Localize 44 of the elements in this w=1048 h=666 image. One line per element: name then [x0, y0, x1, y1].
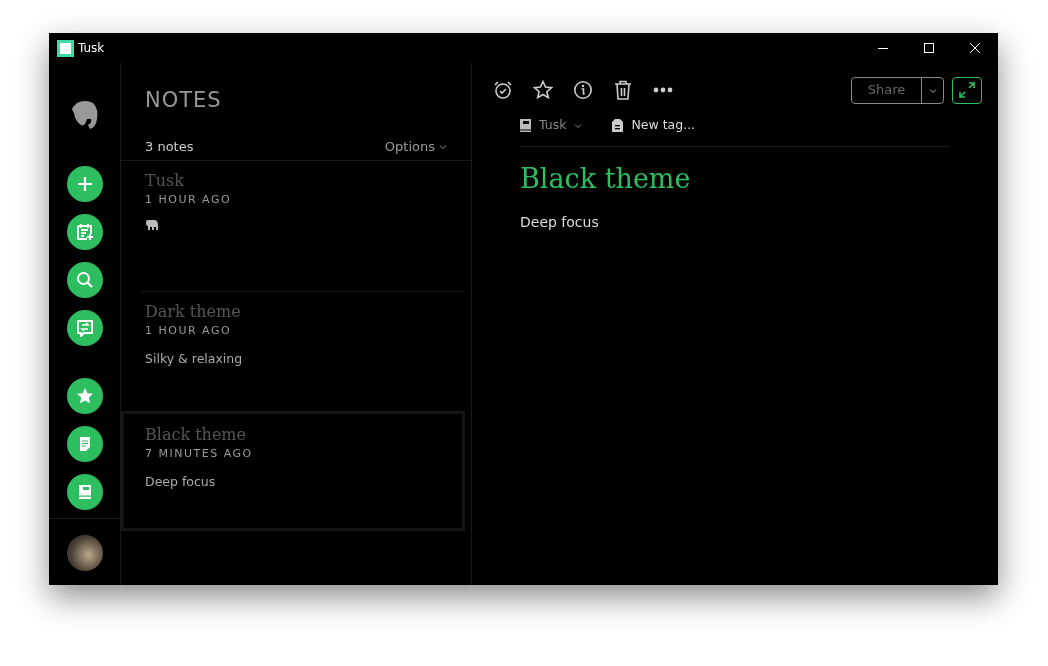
tag-icon [612, 119, 624, 132]
note-time: 1 HOUR AGO [145, 192, 233, 208]
user-avatar[interactable] [66, 535, 103, 571]
note-add-icon [75, 223, 94, 241]
note-body[interactable]: Deep focus [520, 211, 950, 233]
expand-button[interactable] [952, 76, 982, 104]
share-button[interactable] [66, 310, 103, 346]
note-title: Black theme [145, 425, 247, 445]
note-time: 1 HOUR AGO [145, 323, 233, 339]
new-note-button[interactable] [66, 166, 103, 202]
caret-icon [928, 87, 937, 94]
shortcuts-button[interactable] [66, 378, 103, 414]
note-snippet: Deep focus [145, 472, 217, 491]
elephant-logo-icon[interactable] [70, 99, 99, 131]
app-logo-icon [57, 39, 74, 57]
note-snippet: Silky & relaxing [145, 349, 244, 368]
window-title: Tusk [78, 40, 105, 57]
note-time: 7 MINUTES AGO [145, 446, 254, 462]
caret-icon [439, 143, 447, 150]
maximize-icon [924, 43, 934, 53]
notebooks-button[interactable] [66, 474, 103, 510]
notes-heading: NOTES [144, 87, 223, 114]
note-list-item[interactable]: Dark theme 1 HOUR AGO Silky & relaxing [141, 291, 465, 411]
star-icon [75, 387, 94, 405]
notebook-selector[interactable]: Tusk [520, 116, 583, 135]
note-list-item[interactable]: Black theme 7 MINUTES AGO Deep focus [121, 411, 465, 531]
caret-icon [574, 122, 583, 129]
notebook-icon [520, 119, 531, 132]
options-dropdown[interactable]: Options [384, 136, 447, 157]
plus-icon [75, 175, 94, 193]
note-title[interactable]: Black theme [520, 159, 950, 200]
search-icon [75, 271, 94, 289]
note-title: Tusk [145, 171, 185, 191]
elephant-icon [145, 218, 159, 231]
expand-icon [959, 82, 975, 98]
tag-field[interactable]: New tag... [612, 116, 696, 135]
note-count: 3 notes [145, 137, 194, 156]
note-list-item[interactable]: Tusk 1 HOUR AGO [121, 171, 465, 291]
search-button[interactable] [66, 262, 103, 298]
notes-button[interactable] [66, 426, 103, 462]
note-title: Dark theme [145, 302, 242, 322]
new-notebook-button[interactable] [66, 214, 103, 250]
chat-arrows-icon [75, 319, 94, 337]
close-icon [970, 43, 980, 53]
